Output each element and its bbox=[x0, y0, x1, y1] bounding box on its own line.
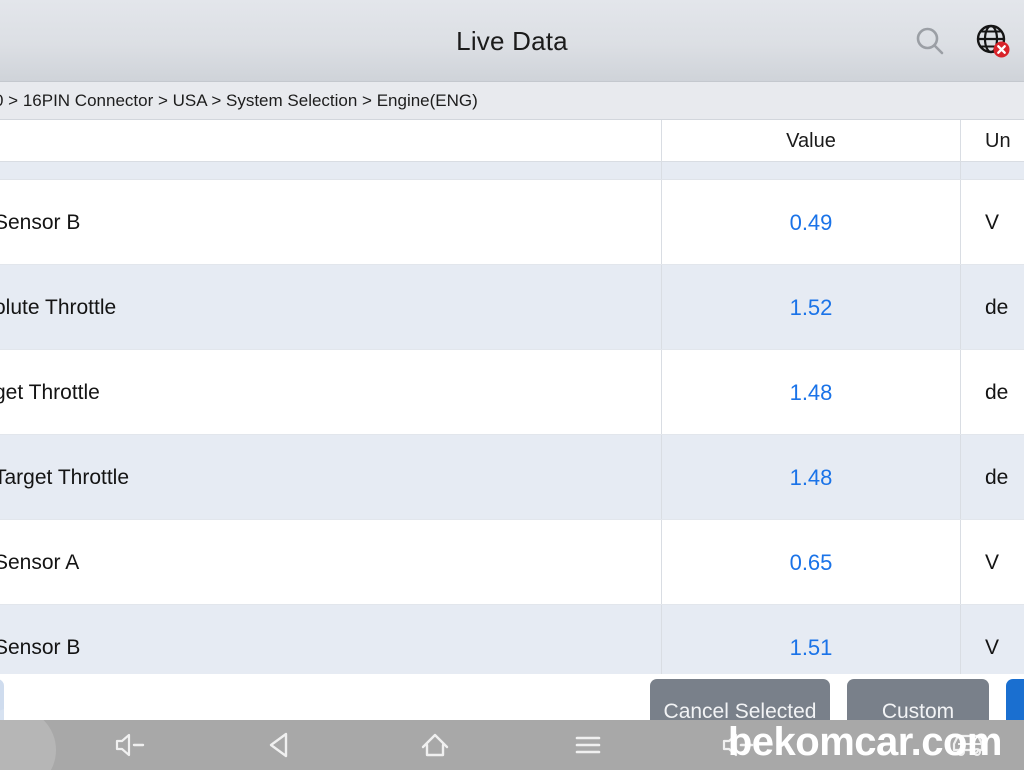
cell-value: 1.51 bbox=[789, 634, 833, 660]
cell-parameter-name: olute Throttle bbox=[0, 265, 661, 350]
table-row[interactable]: Sensor B 0.49 V bbox=[0, 180, 1024, 265]
volume-up-icon[interactable] bbox=[710, 720, 770, 770]
column-divider-2 bbox=[960, 162, 961, 179]
cell-unit: V bbox=[985, 210, 1000, 234]
search-icon[interactable] bbox=[906, 17, 954, 65]
cell-unit: de bbox=[985, 295, 1009, 319]
table-row[interactable]: olute Throttle 1.52 de bbox=[0, 265, 1024, 350]
cell-unit: de bbox=[985, 465, 1009, 489]
parameter-label: get Throttle bbox=[0, 380, 100, 404]
table-row[interactable]: Sensor B 1.51 V bbox=[0, 605, 1024, 674]
breadcrumb-text: 0 > 16PIN Connector > USA > System Selec… bbox=[0, 90, 478, 110]
android-nav-bar bbox=[0, 708, 1024, 770]
cell-value: 1.48 bbox=[789, 464, 833, 490]
cell-value: 0.65 bbox=[789, 549, 833, 575]
car-icon[interactable] bbox=[940, 720, 1000, 770]
page-title: Live Data bbox=[456, 25, 568, 56]
cell-parameter-name: get Throttle bbox=[0, 350, 661, 435]
menu-icon[interactable] bbox=[558, 720, 618, 770]
partial-scrolled-row bbox=[0, 162, 1024, 180]
cell-unit: V bbox=[985, 550, 1000, 574]
table-row[interactable]: get Throttle 1.48 de bbox=[0, 350, 1024, 435]
parameter-label: olute Throttle bbox=[0, 295, 117, 319]
title-bar-actions bbox=[906, 0, 1016, 82]
breadcrumb[interactable]: 0 > 16PIN Connector > USA > System Selec… bbox=[0, 82, 1024, 120]
volume-down-icon[interactable] bbox=[100, 720, 160, 770]
table-row[interactable]: Target Throttle 1.48 de bbox=[0, 435, 1024, 520]
cell-value: 1.52 bbox=[789, 294, 833, 320]
table-row[interactable]: Sensor A 0.65 V bbox=[0, 520, 1024, 605]
action-bar: Cancel Selected Custom bbox=[0, 674, 1024, 745]
back-icon[interactable] bbox=[250, 720, 310, 770]
live-data-screen: Live Data 0 > 16PIN Connector > USA > Sy… bbox=[0, 0, 1024, 770]
column-divider-1 bbox=[661, 162, 662, 179]
cell-unit: de bbox=[985, 380, 1009, 404]
table-body: Sensor B 0.49 V olute Throttle 1.52 de g… bbox=[0, 162, 1024, 674]
column-header-value[interactable]: Value bbox=[662, 120, 960, 162]
cell-parameter-name: Sensor A bbox=[0, 520, 661, 605]
live-data-table: Value Un Sensor B 0.49 V olute Throttle … bbox=[0, 120, 1024, 674]
column-header-unit[interactable]: Un bbox=[961, 120, 1024, 162]
table-header-row: Value Un bbox=[0, 120, 1024, 162]
parameter-label: Sensor B bbox=[0, 210, 81, 234]
parameter-label: Sensor A bbox=[0, 550, 80, 574]
cell-parameter-name: Sensor B bbox=[0, 605, 661, 674]
cell-value: 1.48 bbox=[789, 379, 833, 405]
cell-parameter-name: Target Throttle bbox=[0, 435, 661, 520]
cell-value: 0.49 bbox=[789, 209, 833, 235]
title-bar: Live Data bbox=[0, 0, 1024, 82]
cell-parameter-name: Sensor B bbox=[0, 180, 661, 265]
home-icon[interactable] bbox=[405, 720, 465, 770]
parameter-label: Sensor B bbox=[0, 635, 81, 659]
parameter-label: Target Throttle bbox=[0, 465, 130, 489]
cell-unit: V bbox=[985, 635, 1000, 659]
column-header-name[interactable] bbox=[0, 120, 661, 162]
globe-disconnected-icon[interactable] bbox=[968, 17, 1016, 65]
